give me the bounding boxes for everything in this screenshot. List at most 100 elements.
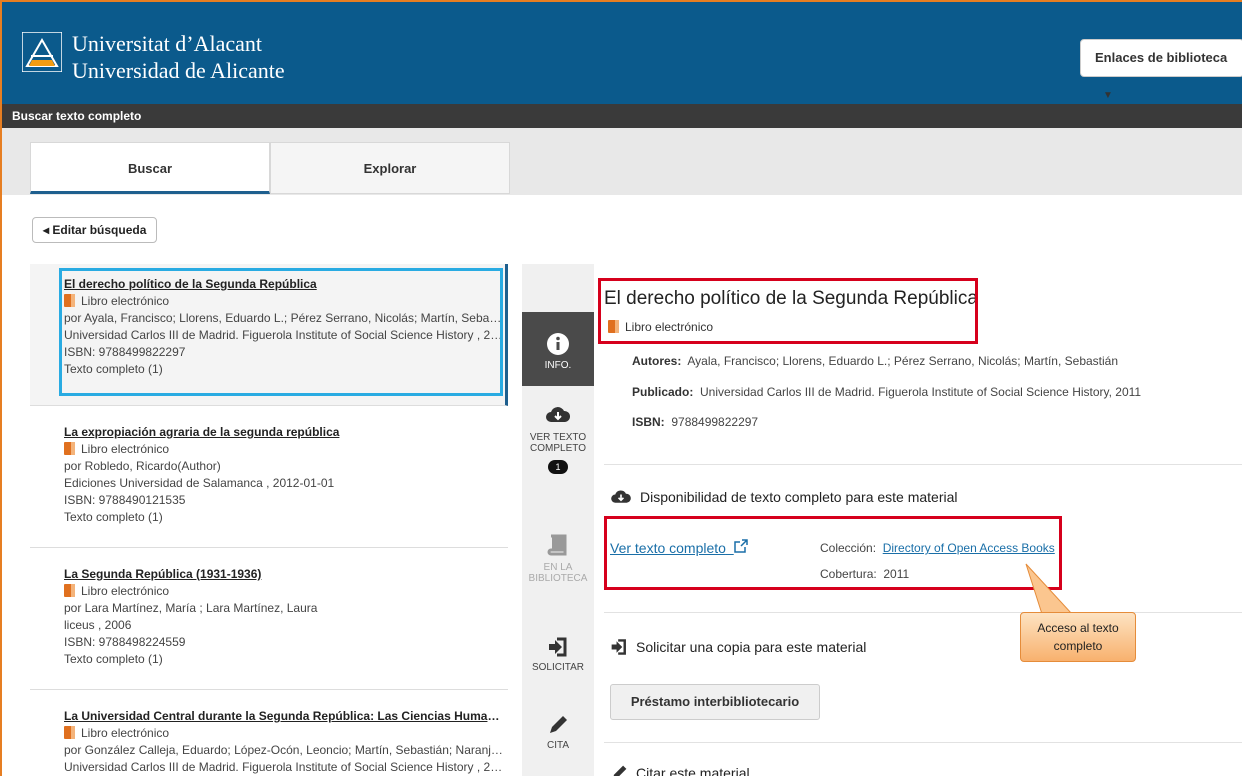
result-publisher: liceus , 2006 bbox=[64, 618, 132, 632]
library-links-dropdown[interactable]: Enlaces de biblioteca▼ bbox=[1080, 39, 1242, 101]
university-name-valencian: Universitat d’Alacant bbox=[72, 31, 262, 56]
ebook-icon bbox=[64, 726, 75, 739]
nav-cite[interactable]: CITA bbox=[522, 714, 594, 774]
result-type: Libro electrónico bbox=[81, 294, 170, 308]
page-title-bar: Buscar texto completo bbox=[2, 104, 1242, 128]
result-title-link[interactable]: La expropiación agraria de la segunda re… bbox=[64, 424, 504, 441]
authors-value: Ayala, Francisco; Llorens, Eduardo L.; P… bbox=[687, 354, 1119, 368]
tab-search-label: Buscar bbox=[127, 161, 173, 176]
ebook-icon bbox=[64, 442, 75, 455]
chevron-left-icon: ◂ bbox=[43, 223, 50, 237]
nav-request[interactable]: SOLICITAR bbox=[522, 636, 594, 696]
result-isbn: ISBN: 9788499822297 bbox=[64, 345, 186, 359]
nav-fulltext-label-1: VER TEXTO bbox=[529, 432, 587, 443]
tab-browse-label: Explorar bbox=[363, 161, 417, 176]
nav-info[interactable]: INFO. bbox=[522, 312, 594, 386]
nav-cite-label: CITA bbox=[546, 740, 570, 751]
coverage-value: 2011 bbox=[883, 567, 910, 581]
sign-in-arrow-icon bbox=[611, 639, 626, 655]
isbn-value: 9788499822297 bbox=[671, 415, 759, 429]
result-item[interactable]: La expropiación agraria de la segunda re… bbox=[30, 406, 508, 548]
published-value: Universidad Carlos III de Madrid. Figuer… bbox=[700, 385, 1142, 399]
fulltext-link[interactable]: Ver texto completo bbox=[610, 539, 748, 556]
tab-browse[interactable]: Explorar bbox=[270, 142, 510, 194]
info-icon bbox=[547, 333, 569, 355]
result-item[interactable]: La Segunda República (1931-1936) Libro e… bbox=[30, 548, 508, 690]
nav-fulltext-label-2: COMPLETO bbox=[530, 443, 586, 454]
nav-library-label-2: BIBLIOTECA bbox=[528, 573, 588, 584]
edit-search-label: Editar búsqueda bbox=[52, 223, 147, 237]
divider bbox=[604, 612, 1242, 613]
result-title-link[interactable]: La Segunda República (1931-1936) bbox=[64, 566, 504, 583]
nav-request-label: SOLICITAR bbox=[531, 662, 585, 673]
result-publisher: Universidad Carlos III de Madrid. Figuer… bbox=[64, 328, 504, 342]
fulltext-link-label: Ver texto completo bbox=[610, 540, 726, 556]
coverage-row: Cobertura: 2011 bbox=[820, 567, 909, 581]
result-type: Libro electrónico bbox=[81, 584, 170, 598]
result-authors: por Lara Martínez, María ; Lara Martínez… bbox=[64, 601, 318, 615]
book-icon bbox=[547, 534, 567, 556]
interlibrary-loan-label: Préstamo interbibliotecario bbox=[630, 694, 800, 709]
external-link-icon bbox=[733, 539, 748, 553]
record-published: Publicado: Universidad Carlos III de Mad… bbox=[632, 385, 1141, 399]
university-name-spanish: Universidad de Alicante bbox=[72, 58, 285, 83]
result-title-link[interactable]: El derecho político de la Segunda Repúbl… bbox=[64, 276, 504, 293]
results-list: El derecho político de la Segunda Repúbl… bbox=[30, 264, 510, 776]
result-item[interactable]: La Universidad Central durante la Segund… bbox=[30, 690, 508, 776]
published-label: Publicado: bbox=[632, 385, 694, 399]
result-fulltext-count: Texto completo (1) bbox=[64, 362, 163, 376]
result-authors: por Robledo, Ricardo(Author) bbox=[64, 459, 221, 473]
callout-line-2: completo bbox=[1053, 639, 1103, 653]
detail-side-nav: INFO. VER TEXTO COMPLETO 1 EN LA BIBLIOT… bbox=[522, 264, 594, 776]
nav-in-library[interactable]: EN LA BIBLIOTECA bbox=[522, 534, 594, 604]
record-type-label: Libro electrónico bbox=[625, 320, 714, 334]
pencil-icon bbox=[613, 765, 627, 776]
result-authors: por González Calleja, Eduardo; López-Ocó… bbox=[64, 743, 504, 757]
record-type: Libro electrónico bbox=[608, 320, 713, 334]
callout-line-1: Acceso al texto bbox=[1037, 621, 1119, 635]
collection-row: Colección: Directory of Open Access Book… bbox=[820, 541, 1055, 555]
result-fulltext-count: Texto completo (1) bbox=[64, 510, 163, 524]
tab-bar: Buscar Explorar bbox=[2, 128, 1242, 195]
authors-label: Autores: bbox=[632, 354, 682, 368]
callout-pointer bbox=[1025, 563, 1074, 615]
collection-label: Colección: bbox=[820, 541, 877, 555]
ebook-icon bbox=[64, 584, 75, 597]
result-isbn: ISBN: 9788490121535 bbox=[64, 493, 186, 507]
cloud-download-icon bbox=[546, 407, 571, 422]
result-item[interactable]: El derecho político de la Segunda Repúbl… bbox=[30, 264, 508, 406]
result-publisher: Ediciones Universidad de Salamanca , 201… bbox=[64, 476, 335, 490]
collection-link[interactable]: Directory of Open Access Books bbox=[883, 541, 1055, 555]
interlibrary-loan-button[interactable]: Préstamo interbibliotecario bbox=[610, 684, 820, 720]
divider bbox=[604, 742, 1242, 743]
university-name[interactable]: Universitat d’Alacant Universidad de Ali… bbox=[72, 30, 285, 84]
tab-search[interactable]: Buscar bbox=[30, 142, 270, 194]
nav-fulltext[interactable]: VER TEXTO COMPLETO 1 bbox=[522, 404, 594, 514]
result-type: Libro electrónico bbox=[81, 726, 170, 740]
nav-library-label-1: EN LA bbox=[543, 562, 573, 573]
result-fulltext-count: Texto completo (1) bbox=[64, 652, 163, 666]
pencil-icon bbox=[550, 716, 567, 733]
cloud-download-icon bbox=[611, 490, 631, 503]
request-heading-text: Solicitar una copia para este material bbox=[636, 639, 867, 655]
result-publisher: Universidad Carlos III de Madrid. Figuer… bbox=[64, 760, 504, 774]
ebook-icon bbox=[64, 294, 75, 307]
coverage-label: Cobertura: bbox=[820, 567, 877, 581]
request-heading: Solicitar una copia para este material bbox=[610, 638, 866, 656]
fulltext-count-badge: 1 bbox=[548, 460, 568, 474]
isbn-label: ISBN: bbox=[632, 415, 665, 429]
result-title-link[interactable]: La Universidad Central durante la Segund… bbox=[64, 708, 504, 725]
edit-search-button[interactable]: ◂ Editar búsqueda bbox=[32, 217, 158, 243]
nav-info-label: INFO. bbox=[544, 360, 572, 371]
availability-heading-text: Disponibilidad de texto completo para es… bbox=[640, 489, 958, 505]
record-authors: Autores: Ayala, Francisco; Llorens, Edua… bbox=[632, 354, 1118, 368]
ebook-icon bbox=[608, 320, 619, 333]
cite-heading: Citar este material bbox=[610, 764, 750, 776]
detail-panel: El derecho político de la Segunda Repúbl… bbox=[594, 264, 1242, 776]
record-title: El derecho político de la Segunda Repúbl… bbox=[604, 288, 978, 309]
result-type: Libro electrónico bbox=[81, 442, 170, 456]
site-header: Universitat d’Alacant Universidad de Ali… bbox=[2, 2, 1242, 104]
sign-in-arrow-icon bbox=[549, 637, 567, 657]
result-isbn: ISBN: 9788498224559 bbox=[64, 635, 186, 649]
university-logo-icon[interactable] bbox=[21, 31, 63, 73]
